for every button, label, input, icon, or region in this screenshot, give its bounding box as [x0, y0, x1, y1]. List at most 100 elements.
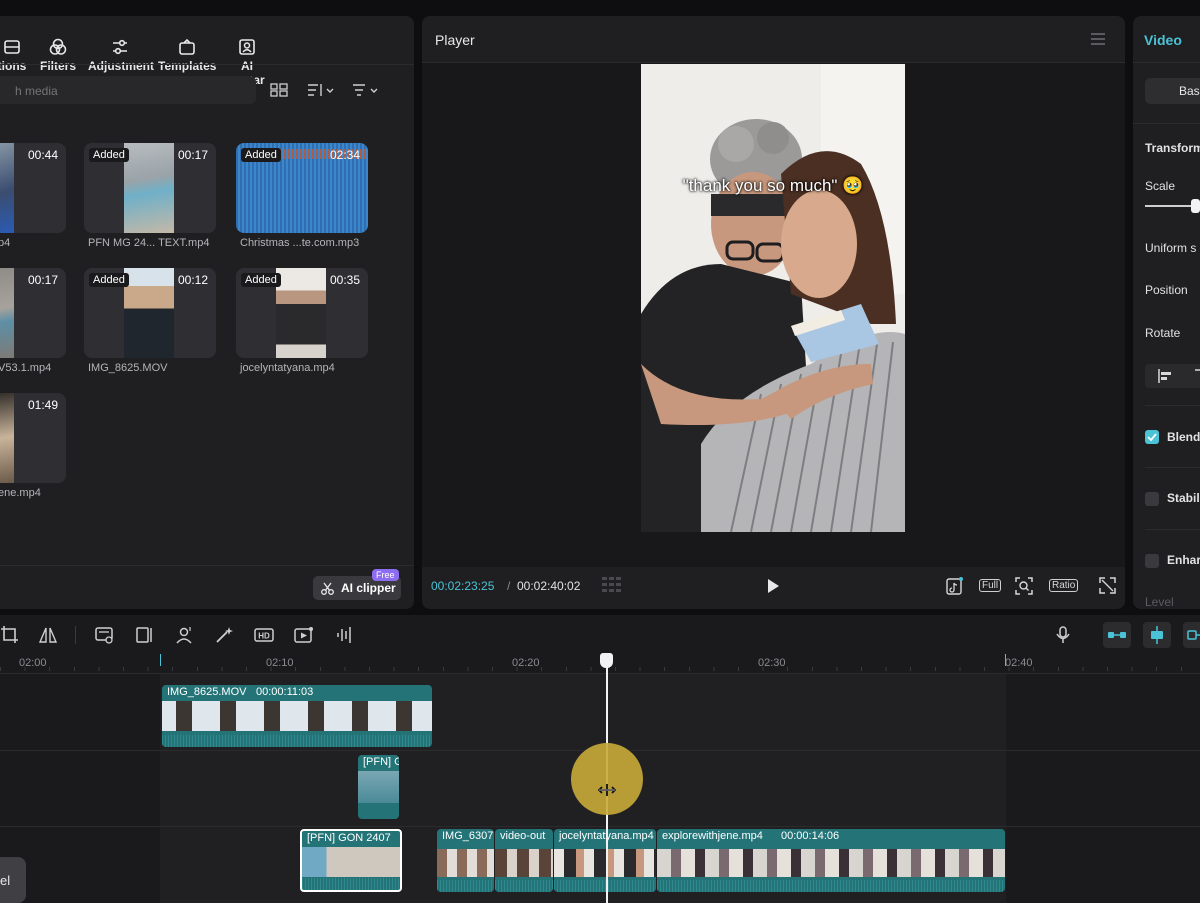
media-item-6[interactable]: 01:49 — [0, 393, 66, 483]
ruler-tick-label: 02:40 — [1005, 657, 1033, 669]
crop-icon[interactable] — [0, 625, 20, 645]
timeline-clip[interactable]: [PFN] G — [358, 755, 399, 819]
microphone-icon[interactable] — [1053, 625, 1073, 645]
basic-tab-label: Basi — [1179, 84, 1200, 98]
play-icon[interactable] — [766, 578, 780, 594]
clip-frames — [554, 849, 656, 877]
basic-tab-button[interactable]: Basi — [1145, 78, 1200, 104]
remove-background-icon[interactable] — [174, 625, 194, 645]
move-cursor-icon — [598, 784, 616, 796]
media-thumbnail — [0, 393, 14, 483]
tiktok-button[interactable] — [946, 577, 963, 595]
clip-name: video-out — [500, 830, 546, 842]
rotate-label: Rotate — [1145, 326, 1181, 340]
align-left-icon[interactable] — [1158, 369, 1174, 383]
media-thumbnail — [0, 143, 14, 233]
full-button[interactable]: Full — [979, 579, 1002, 592]
toolbar-separator — [75, 626, 76, 644]
hd-icon[interactable]: HD — [254, 625, 274, 645]
media-item-4[interactable]: Added 00:12 — [84, 268, 216, 358]
check-icon — [1147, 433, 1157, 442]
media-duration: 02:34 — [329, 148, 360, 162]
right-divider — [1133, 123, 1200, 124]
snap-button[interactable] — [1143, 622, 1171, 648]
clip-frames — [302, 847, 400, 877]
fullscreen-icon[interactable] — [1099, 577, 1116, 594]
media-item-2[interactable]: Added 02:34 — [236, 143, 368, 233]
ratio-button[interactable]: Ratio — [1049, 579, 1079, 592]
zoom-fit-icon[interactable] — [1015, 577, 1033, 595]
media-item-1[interactable]: Added 00:17 — [84, 143, 216, 233]
media-item-5[interactable]: Added 00:35 — [236, 268, 368, 358]
sort-icon[interactable] — [307, 83, 337, 97]
tab-video[interactable]: Video — [1144, 32, 1182, 48]
player-panel: Player "thank you so much" 🥹 00:02:23:25… — [422, 16, 1125, 609]
adjustment-icon — [113, 39, 127, 55]
clip-frames — [657, 849, 1005, 877]
added-badge: Added — [241, 148, 281, 162]
search-input[interactable] — [0, 76, 257, 106]
media-item-3[interactable]: 00:17 — [0, 268, 66, 358]
timeline-clip-selected[interactable]: [PFN] GON 2407 — [300, 829, 402, 892]
bottom-left-button[interactable]: el — [0, 857, 26, 903]
filter-icon[interactable] — [352, 83, 382, 97]
video-effect-icon[interactable] — [294, 625, 314, 645]
scissors-icon — [321, 582, 334, 595]
ruler-tick-label: 02:00 — [19, 657, 47, 669]
align-buttons[interactable] — [1145, 364, 1200, 388]
media-duration: 00:35 — [329, 273, 360, 287]
media-name: IMG_8625.MOV — [88, 362, 168, 374]
transform-label: Transform — [1145, 141, 1200, 155]
mirror-icon[interactable] — [38, 625, 58, 645]
timeline-clip[interactable]: jocelyntatyana.mp4 — [554, 829, 656, 892]
audio-waveform — [495, 880, 553, 892]
media-duration: 00:17 — [27, 273, 58, 287]
templates-icon — [179, 38, 195, 55]
bottom-left-button-label: el — [0, 873, 11, 888]
free-badge: Free — [372, 569, 399, 581]
media-thumbnail — [124, 143, 174, 233]
clip-name: explorewithjene.mp4 — [662, 830, 763, 842]
timecode-grid-icon[interactable] — [602, 577, 626, 593]
properties-panel: Video Basi — [1133, 16, 1200, 609]
timeline-start-marker — [160, 654, 161, 666]
timeline-clip[interactable]: IMG_8625.MOV 00:00:11:03 — [162, 685, 432, 747]
audio-waveform — [302, 878, 400, 890]
playhead-handle[interactable] — [600, 653, 613, 668]
media-item-0[interactable]: 00:44 — [0, 143, 66, 233]
grid-view-icon[interactable] — [270, 83, 288, 97]
clip-frames — [495, 849, 553, 877]
player-menu-icon[interactable] — [1090, 33, 1106, 45]
enhance-label: Enhar — [1167, 553, 1200, 567]
preview-axis-button[interactable] — [1183, 622, 1200, 648]
timeline-clip[interactable]: IMG_6307 — [437, 829, 494, 892]
media-thumbnail — [124, 268, 174, 358]
total-time: 00:02:40:02 — [517, 579, 581, 593]
magnet-snap-icon — [1151, 626, 1163, 644]
clip-name: IMG_8625.MOV — [167, 686, 247, 698]
clip-duration: 00:00:14:06 — [781, 830, 840, 842]
added-badge: Added — [241, 273, 281, 287]
clip-duration: 00:00:11:03 — [256, 686, 314, 698]
right-divider-2 — [1145, 405, 1200, 406]
ruler-tick-label: 02:30 — [758, 657, 786, 669]
toolbar-templates-label: Templates — [158, 59, 217, 73]
search-field[interactable] — [0, 76, 257, 106]
blend-checkbox[interactable] — [1145, 430, 1159, 444]
enhance-checkbox[interactable] — [1145, 554, 1159, 568]
audio-wave-icon[interactable] — [335, 625, 355, 645]
preview-axis-icon — [1187, 630, 1200, 640]
filters-icon — [49, 38, 67, 55]
timeline-clip[interactable]: video-out — [495, 829, 553, 892]
link-clips-button[interactable] — [1103, 622, 1131, 648]
stabilize-checkbox[interactable] — [1145, 492, 1159, 506]
align-top-icon[interactable] — [1195, 369, 1200, 383]
media-thumbnail — [276, 268, 326, 358]
freeze-icon[interactable] — [134, 625, 154, 645]
video-caption: "thank you so much" 🥹 — [682, 176, 864, 195]
speed-icon[interactable] — [94, 625, 114, 645]
timeline-clip[interactable]: explorewithjene.mp4 00:00:14:06 — [657, 829, 1005, 892]
magic-wand-icon[interactable] — [214, 625, 234, 645]
scale-slider-handle[interactable] — [1191, 199, 1200, 213]
ruler-tick-label: 02:10 — [266, 657, 294, 669]
